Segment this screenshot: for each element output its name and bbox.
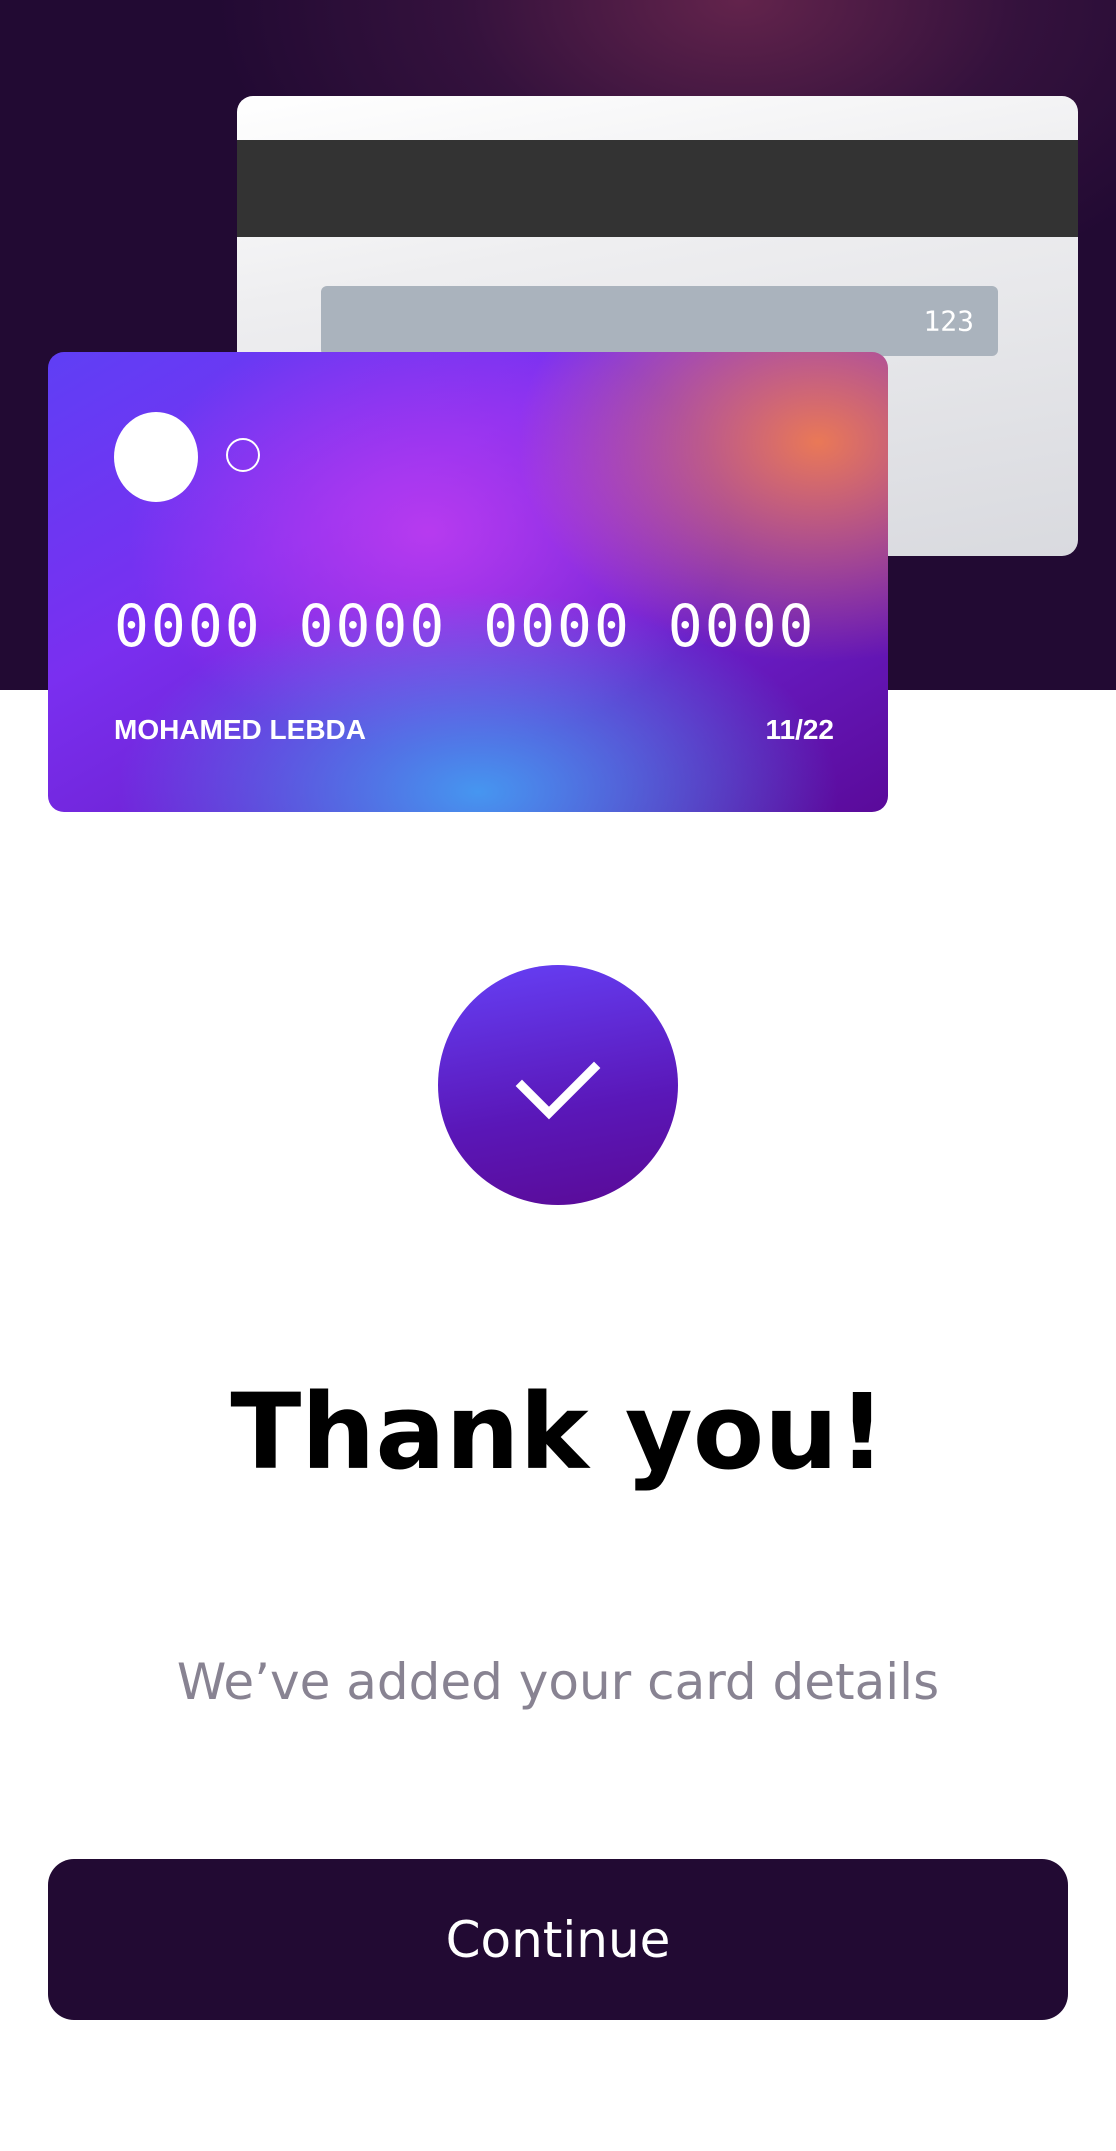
magnetic-stripe xyxy=(237,140,1078,237)
confirmation-message: We’ve added your card details xyxy=(176,1653,940,1711)
success-badge xyxy=(438,965,678,1205)
signature-strip: 123 xyxy=(321,286,998,356)
card-logo-circle-large xyxy=(114,412,198,502)
check-icon xyxy=(515,1061,601,1120)
card-cvv: 123 xyxy=(923,304,974,338)
card-logo-circle-small xyxy=(226,438,260,472)
card-holder-name: MOHAMED LEBDA xyxy=(114,714,366,745)
continue-button[interactable]: Continue xyxy=(48,1859,1068,2020)
card-number: 0000 0000 0000 0000 xyxy=(114,592,816,660)
credit-card-front: 0000 0000 0000 0000 MOHAMED LEBDA 11/22 xyxy=(48,352,888,812)
card-expiry: 11/22 xyxy=(765,714,834,745)
page-title: Thank you! xyxy=(230,1371,886,1493)
